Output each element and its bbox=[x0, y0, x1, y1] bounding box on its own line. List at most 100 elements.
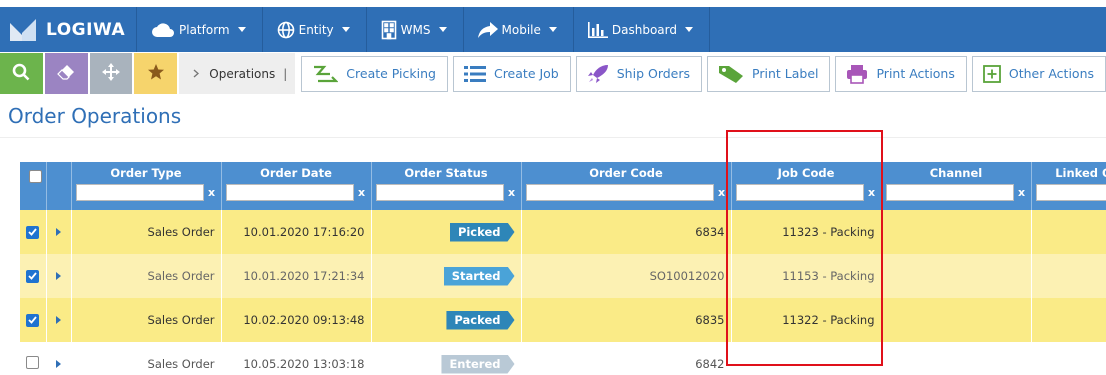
create-job-button[interactable]: Create Job bbox=[452, 55, 571, 92]
select-all-checkbox[interactable] bbox=[29, 170, 43, 183]
order-date-filter-input[interactable] bbox=[225, 184, 354, 201]
rocket-icon bbox=[587, 64, 609, 84]
bar-chart-icon bbox=[587, 21, 608, 38]
search-icon bbox=[12, 63, 30, 85]
table-row[interactable]: Sales Order 10.02.2020 09:13:48 Packed 6… bbox=[20, 298, 1106, 342]
create-job-label: Create Job bbox=[493, 66, 559, 81]
job-code-cell bbox=[731, 342, 882, 375]
other-actions-button[interactable]: Other Actions bbox=[971, 55, 1106, 92]
nav-dashboard[interactable]: Dashboard bbox=[574, 7, 710, 52]
clear-filter-icon[interactable]: x bbox=[507, 186, 517, 199]
create-picking-label: Create Picking bbox=[346, 66, 436, 81]
nav-mobile[interactable]: Mobile bbox=[464, 7, 574, 52]
top-navbar: LOGIWA Platform Entity WMS Mobile Dashbo… bbox=[0, 7, 1106, 52]
nav-platform[interactable]: Platform bbox=[137, 7, 263, 52]
channel-cell bbox=[881, 210, 1032, 254]
order-date-cell: 10.01.2020 17:21:34 bbox=[221, 254, 372, 298]
column-title: Channel bbox=[929, 166, 983, 180]
linked-cell bbox=[1031, 342, 1106, 375]
clear-filter-icon[interactable]: x bbox=[357, 186, 367, 199]
eraser-icon bbox=[57, 64, 75, 84]
order-date-cell: 10.05.2020 13:03:18 bbox=[221, 342, 372, 375]
row-checkbox[interactable] bbox=[26, 313, 40, 327]
row-checkbox[interactable] bbox=[26, 269, 40, 283]
nav-wms[interactable]: WMS bbox=[367, 7, 464, 52]
breadcrumb-separator: | bbox=[283, 66, 288, 81]
cloud-icon bbox=[151, 22, 175, 38]
nav-entity[interactable]: Entity bbox=[263, 7, 367, 52]
action-toolbar: Operations | Create Picking Create Job S… bbox=[0, 53, 1106, 94]
order-code-filter-input[interactable] bbox=[525, 184, 714, 201]
job-code-cell: 11322 - Packing bbox=[731, 298, 882, 342]
order-status-cell: Picked bbox=[371, 210, 522, 254]
search-button[interactable] bbox=[0, 53, 43, 94]
logo-mark-icon bbox=[10, 18, 36, 41]
channel-filter-input[interactable] bbox=[885, 184, 1014, 201]
chevron-down-icon bbox=[438, 27, 447, 32]
table-row[interactable]: Sales Order 10.01.2020 17:16:20 Picked 6… bbox=[20, 210, 1106, 254]
picking-icon bbox=[312, 64, 339, 84]
column-header-order-status[interactable]: Order Status x bbox=[371, 162, 522, 210]
print-actions-button[interactable]: Print Actions bbox=[835, 55, 967, 92]
other-actions-label: Other Actions bbox=[1008, 66, 1095, 81]
row-checkbox[interactable] bbox=[26, 225, 40, 239]
column-title: Linked O bbox=[1055, 166, 1106, 180]
job-code-filter-input[interactable] bbox=[735, 184, 864, 201]
move-button[interactable] bbox=[89, 53, 133, 94]
expand-arrow-icon[interactable] bbox=[56, 228, 61, 236]
print-label-label: Print Label bbox=[752, 66, 819, 81]
logo[interactable]: LOGIWA bbox=[0, 7, 137, 52]
linked-filter-input[interactable] bbox=[1035, 184, 1106, 201]
breadcrumb-operations[interactable]: Operations bbox=[209, 67, 275, 81]
table-row[interactable]: Sales Order 10.05.2020 13:03:18 Entered … bbox=[20, 342, 1106, 375]
order-status-cell: Started bbox=[371, 254, 522, 298]
tag-icon bbox=[718, 64, 744, 84]
expand-arrow-icon[interactable] bbox=[56, 360, 61, 368]
column-header-order-date[interactable]: Order Date x bbox=[221, 162, 372, 210]
clear-filter-icon[interactable]: x bbox=[867, 186, 877, 199]
chevron-down-icon bbox=[684, 27, 693, 32]
column-header-job-code[interactable]: Job Code x bbox=[731, 162, 882, 210]
print-actions-label: Print Actions bbox=[876, 66, 955, 81]
row-expand-cell bbox=[46, 298, 72, 342]
column-title: Order Type bbox=[110, 166, 182, 180]
clear-filter-icon[interactable]: x bbox=[1017, 186, 1027, 199]
linked-cell bbox=[1031, 298, 1106, 342]
clear-filter-icon[interactable]: x bbox=[207, 186, 217, 199]
globe-icon bbox=[277, 21, 295, 39]
row-checkbox[interactable] bbox=[26, 356, 40, 369]
favorite-button[interactable] bbox=[134, 53, 178, 94]
expand-arrow-icon[interactable] bbox=[56, 272, 61, 280]
clear-filter-icon[interactable]: x bbox=[717, 186, 727, 199]
order-type-filter-input[interactable] bbox=[75, 184, 204, 201]
breadcrumb: Operations | bbox=[179, 53, 296, 94]
ship-orders-label: Ship Orders bbox=[616, 66, 691, 81]
order-date-cell: 10.02.2020 09:13:48 bbox=[221, 298, 372, 342]
clear-filter-button[interactable] bbox=[44, 53, 88, 94]
column-header-order-code[interactable]: Order Code x bbox=[521, 162, 732, 210]
nav-mobile-label: Mobile bbox=[501, 22, 541, 37]
row-select-cell bbox=[20, 210, 47, 254]
chevron-down-icon bbox=[237, 27, 246, 32]
column-header-linked[interactable]: Linked O bbox=[1031, 162, 1106, 210]
column-title: Order Status bbox=[404, 166, 488, 180]
status-badge: Started bbox=[444, 267, 515, 286]
print-label-button[interactable]: Print Label bbox=[707, 55, 831, 92]
order-code-cell: 6834 bbox=[521, 210, 732, 254]
ship-orders-button[interactable]: Ship Orders bbox=[575, 55, 703, 92]
table-row[interactable]: Sales Order 10.01.2020 17:21:34 Started … bbox=[20, 254, 1106, 298]
order-status-filter-input[interactable] bbox=[375, 184, 504, 201]
create-picking-button[interactable]: Create Picking bbox=[301, 55, 448, 92]
job-code-cell: 11323 - Packing bbox=[731, 210, 882, 254]
column-header-order-type[interactable]: Order Type x bbox=[71, 162, 222, 210]
channel-cell bbox=[881, 342, 1032, 375]
nav-entity-label: Entity bbox=[298, 22, 334, 37]
column-header-channel[interactable]: Channel x bbox=[881, 162, 1032, 210]
list-icon bbox=[463, 65, 486, 83]
move-arrows-icon bbox=[102, 62, 121, 85]
linked-cell bbox=[1031, 210, 1106, 254]
order-code-cell: SO10012020 bbox=[521, 254, 732, 298]
column-title: Order Date bbox=[260, 166, 332, 180]
expand-arrow-icon[interactable] bbox=[56, 316, 61, 324]
row-select-cell bbox=[20, 298, 47, 342]
